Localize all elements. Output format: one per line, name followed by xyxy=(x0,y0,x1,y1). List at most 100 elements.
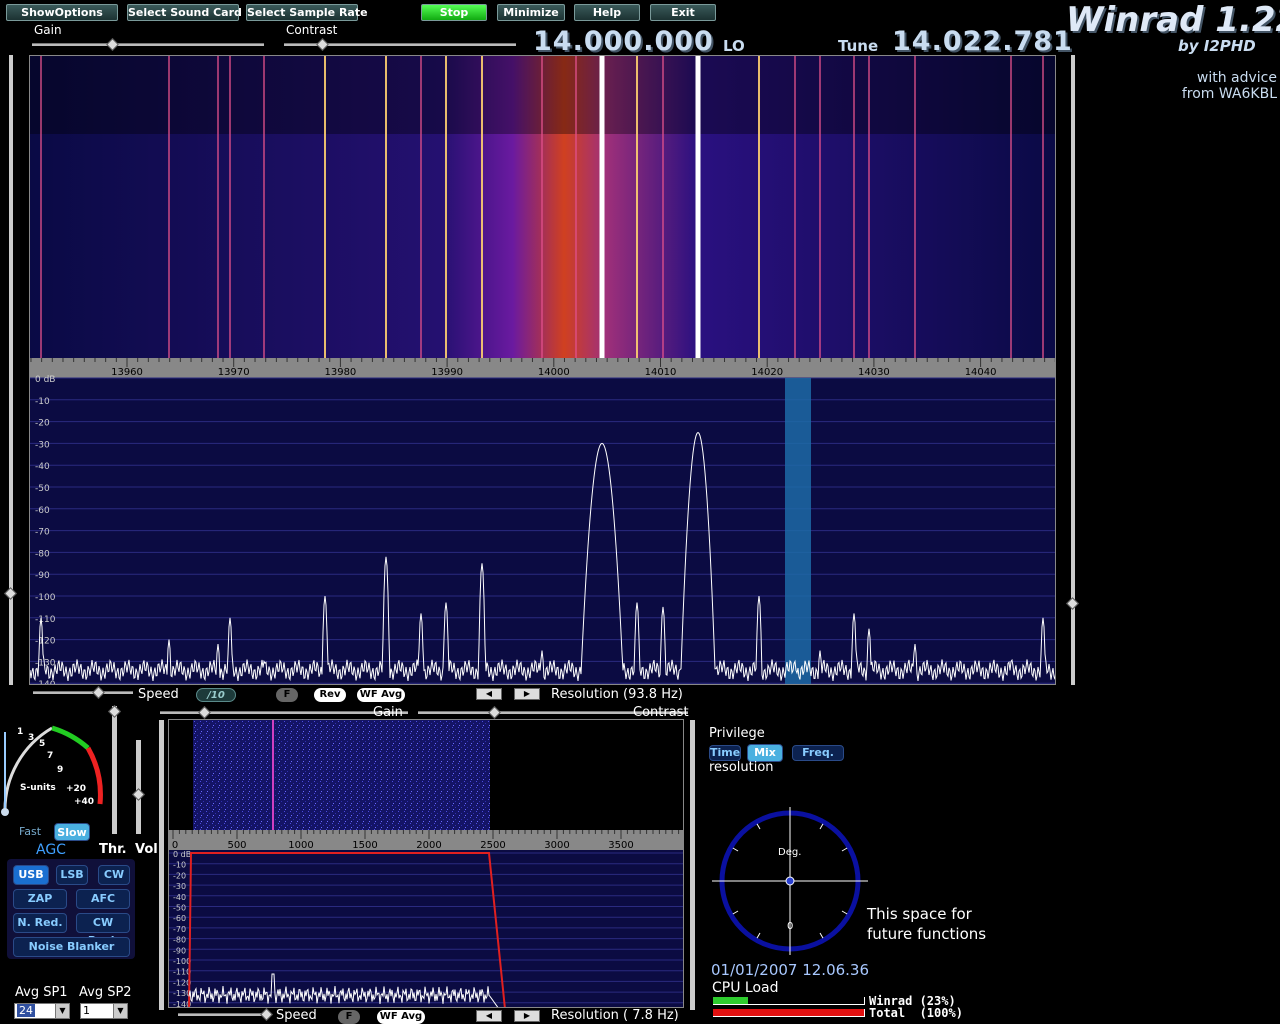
scope-zero-label: 0 xyxy=(787,921,793,932)
main-axis-tick-label: 13960 xyxy=(111,367,143,378)
main-db-label: 0 dB xyxy=(35,375,55,385)
noise-blanker-button[interactable]: Noise Blanker xyxy=(13,937,130,957)
audio-waterfall[interactable] xyxy=(169,720,684,830)
main-db-label: -20 xyxy=(35,419,50,429)
audio-right-slider[interactable] xyxy=(690,720,695,1010)
usb-button[interactable]: USB xyxy=(13,865,49,885)
select-sound-card-button[interactable]: Select Sound Card xyxy=(127,4,242,21)
audio-spectrum-panel[interactable]: 0 500 1000 1500 2000 2500 3000 3500 0 dB -10 -20-… xyxy=(168,719,684,1008)
avg-sp2-select[interactable]: 1 ▼ xyxy=(80,1003,128,1019)
wf-avg-button[interactable]: WF Avg xyxy=(357,688,405,702)
privilege-time-button[interactable]: Time xyxy=(709,745,741,761)
audio-f-button[interactable]: F xyxy=(338,1010,360,1024)
audio-resolution-right-arrow-icon[interactable]: ▶ xyxy=(514,1010,540,1022)
show-options-button[interactable]: ShowOptions xyxy=(6,4,118,21)
audio-speed-slider[interactable] xyxy=(178,1013,268,1016)
s-meter-tick-label: 3 xyxy=(28,733,34,743)
right-vertical-slider[interactable] xyxy=(1071,55,1075,685)
main-db-label: -110 xyxy=(35,615,56,625)
lo-frequency[interactable]: 14.000.000 xyxy=(533,26,714,57)
minimize-button[interactable]: Minimize xyxy=(497,4,565,21)
resolution-left-arrow-icon[interactable]: ◀ xyxy=(476,688,502,700)
app-title: Winrad 1.22 xyxy=(1066,0,1280,40)
main-spectrum-panel[interactable]: 13960 13970 13980 13990 14000 14010 14020 14030… xyxy=(29,55,1056,685)
speed-label: Speed xyxy=(138,687,179,702)
s-meter: 1 3 5 7 9 +20 +40 S-units xyxy=(0,712,112,818)
gain-slider-thumb[interactable] xyxy=(106,38,119,51)
thr-slider[interactable] xyxy=(112,706,117,834)
rev-button[interactable]: Rev xyxy=(314,688,346,702)
audio-resolution-left-arrow-icon[interactable]: ◀ xyxy=(476,1010,502,1022)
speed-slider[interactable] xyxy=(33,691,133,694)
author-label: by I2PHD xyxy=(1178,37,1256,55)
cw-button[interactable]: CW xyxy=(98,865,130,885)
select-sample-rate-button[interactable]: Select Sample Rate xyxy=(246,4,368,21)
audio-speed-label: Speed xyxy=(276,1008,317,1023)
avg-sp2-dropdown-icon[interactable]: ▼ xyxy=(113,1004,127,1018)
resolution-label: Resolution (93.8 Hz) xyxy=(551,687,683,702)
avg-sp1-dropdown-icon[interactable]: ▼ xyxy=(55,1004,69,1018)
audio-axis-tick-label: 3500 xyxy=(608,840,633,851)
secondary-gain-slider-thumb[interactable] xyxy=(198,706,211,719)
contrast-slider-thumb[interactable] xyxy=(316,38,329,51)
audio-db-label: -50 xyxy=(173,904,186,913)
audio-frequency-axis: 0 500 1000 1500 2000 2500 3000 3500 xyxy=(169,830,683,851)
privilege-label: Privilege xyxy=(709,726,765,741)
avg-sp1-select[interactable]: 24 ▼ xyxy=(14,1003,70,1019)
agc-slow-button[interactable]: Slow xyxy=(54,823,90,841)
help-button[interactable]: Help xyxy=(574,4,640,21)
phase-scope: Deg. 0 xyxy=(710,805,870,957)
main-axis-tick-label: 14020 xyxy=(751,367,783,378)
agc-label: AGC xyxy=(36,842,66,858)
secondary-contrast-slider-thumb[interactable] xyxy=(488,706,501,719)
audio-axis-tick-label: 1000 xyxy=(288,840,313,851)
main-db-label: -30 xyxy=(35,440,50,450)
main-db-label: -90 xyxy=(35,571,50,581)
main-db-label: -60 xyxy=(35,506,50,516)
lsb-button[interactable]: LSB xyxy=(56,865,88,885)
s-meter-tick-label: 9 xyxy=(57,765,63,775)
avg-sp2-label: Avg SP2 xyxy=(79,985,132,1000)
audio-db-label: -10 xyxy=(173,861,186,870)
privilege-freq-button[interactable]: Freq. xyxy=(792,745,844,761)
secondary-contrast-label: Contrast xyxy=(633,705,689,720)
audio-db-label: -30 xyxy=(173,882,186,891)
main-axis-tick-label: 13990 xyxy=(431,367,463,378)
audio-resolution-label: Resolution ( 7.8 Hz) xyxy=(551,1008,679,1023)
gain-slider[interactable] xyxy=(32,43,264,46)
main-waterfall[interactable] xyxy=(30,56,1056,358)
stop-button[interactable]: Stop xyxy=(421,4,487,21)
cw-peak-button[interactable]: CW Peak xyxy=(76,913,130,947)
noise-reduction-button[interactable]: N. Red. xyxy=(13,913,67,933)
afc-button[interactable]: AFC xyxy=(76,889,130,909)
exit-button[interactable]: Exit xyxy=(650,4,716,21)
avg-sp1-value: 24 xyxy=(17,1004,35,1017)
vol-slider[interactable] xyxy=(136,740,141,834)
audio-db-label: -100 xyxy=(173,957,191,966)
lo-label: LO xyxy=(723,37,745,55)
tune-frequency[interactable]: 14.022.781 xyxy=(892,26,1073,57)
zap-button[interactable]: ZAP xyxy=(13,889,67,909)
vol-label: Vol xyxy=(135,842,158,857)
secondary-gain-label: Gain xyxy=(373,705,403,720)
tune-marker[interactable] xyxy=(785,378,811,685)
audio-wf-avg-button[interactable]: WF Avg xyxy=(377,1010,425,1024)
audio-db-label: -20 xyxy=(173,871,186,880)
main-spectrum-plot[interactable]: 0 dB -10 -20 -30 -40 -50 -60 -70 -80 -90 -100 -110 -… xyxy=(30,375,1056,685)
audio-spectrum-plot[interactable]: 0 dB-10-20-30-40-50-60-70-80-90-100-110-… xyxy=(169,850,684,1008)
audio-left-slider[interactable] xyxy=(159,720,164,1010)
left-vertical-slider-thumb[interactable] xyxy=(4,587,17,600)
audio-db-label: -40 xyxy=(173,893,186,902)
div10-button[interactable]: /10 xyxy=(196,688,236,702)
main-db-label: -120 xyxy=(35,637,56,647)
agc-fast-button[interactable]: Fast xyxy=(13,823,47,841)
speed-slider-thumb[interactable] xyxy=(92,686,105,699)
gain-label: Gain xyxy=(34,23,62,37)
right-vertical-slider-thumb[interactable] xyxy=(1066,597,1079,610)
main-axis-tick-label: 13980 xyxy=(324,367,356,378)
vol-slider-thumb[interactable] xyxy=(132,788,145,801)
f-button[interactable]: F xyxy=(276,688,298,702)
resolution-right-arrow-icon[interactable]: ▶ xyxy=(514,688,540,700)
contrast-label: Contrast xyxy=(286,23,338,37)
audio-speed-slider-thumb[interactable] xyxy=(260,1008,273,1021)
